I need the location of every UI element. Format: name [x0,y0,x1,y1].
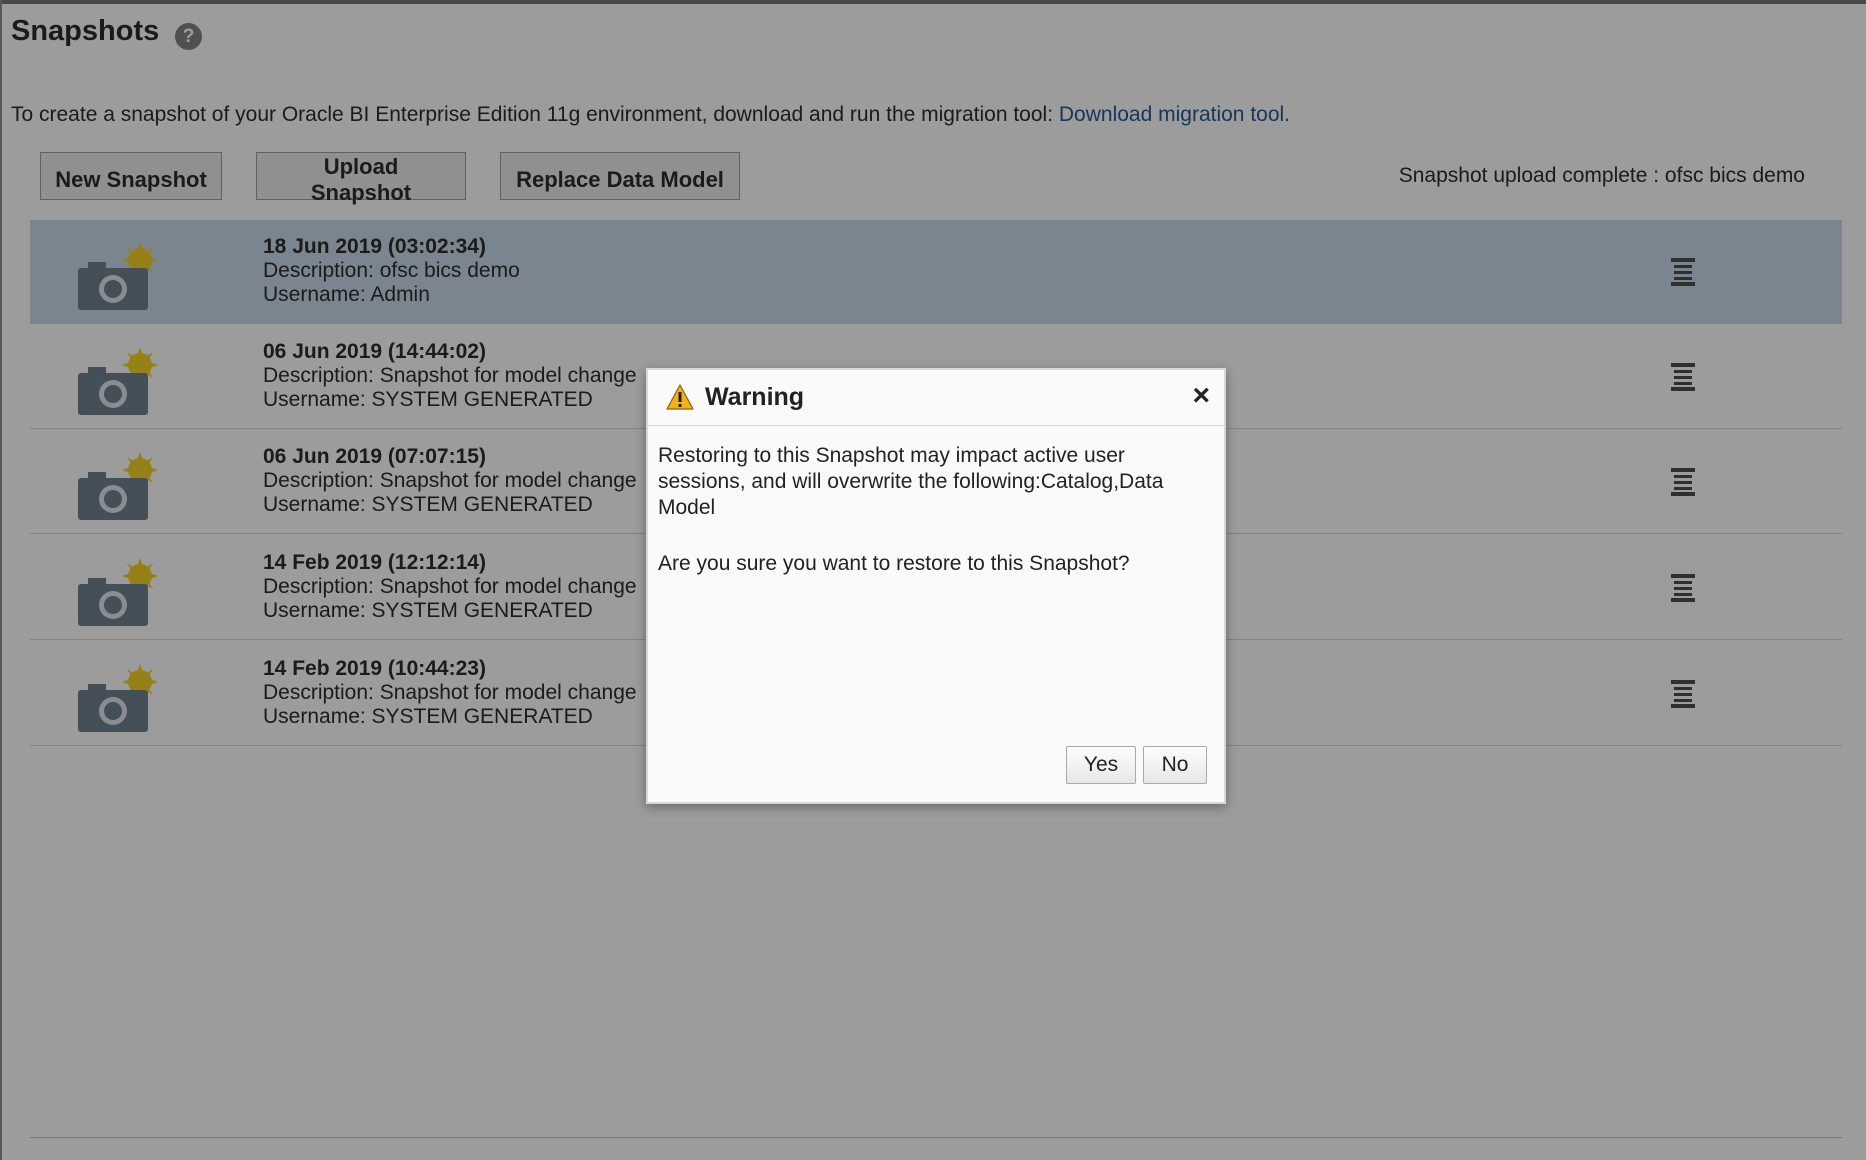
dialog-header: Warning × [648,370,1224,426]
warning-dialog: Warning × Restoring to this Snapshot may… [646,368,1226,804]
dialog-message: Restoring to this Snapshot may impact ac… [658,444,1164,519]
warning-triangle-icon [666,384,694,410]
close-icon[interactable]: × [1192,378,1210,414]
no-button[interactable]: No [1143,746,1207,784]
yes-button[interactable]: Yes [1066,746,1136,784]
dialog-title: Warning [705,383,805,411]
dialog-question: Are you sure you want to restore to this… [658,552,1130,575]
